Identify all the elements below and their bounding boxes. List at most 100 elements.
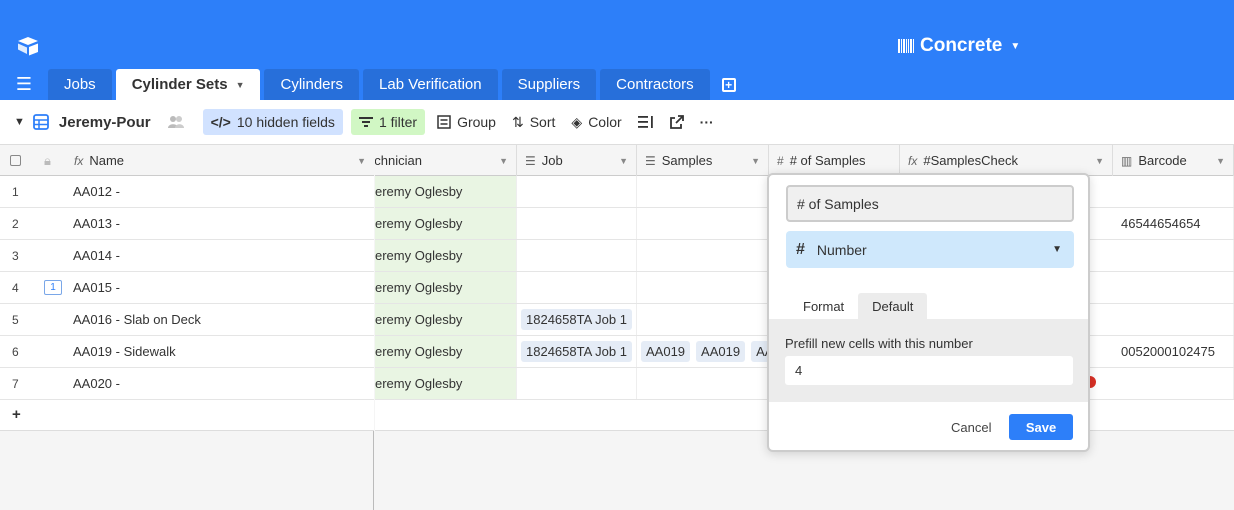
cancel-button[interactable]: Cancel — [951, 420, 991, 435]
job-cell[interactable] — [517, 240, 637, 271]
barcode-cell[interactable] — [1113, 304, 1234, 335]
chevron-down-icon[interactable]: ▼ — [751, 156, 760, 166]
tab-contractors[interactable]: Contractors — [600, 69, 710, 100]
technician-cell[interactable]: eremy Oglesby — [375, 272, 517, 303]
tab-jobs[interactable]: Jobs — [48, 69, 112, 100]
table-row[interactable]: 1 AA012 - — [0, 176, 374, 208]
chevron-down-icon[interactable]: ▼ — [619, 156, 628, 166]
table-row[interactable]: 5 AA016 - Slab on Deck — [0, 304, 374, 336]
job-cell[interactable] — [517, 208, 637, 239]
barcode-cell[interactable] — [1113, 176, 1234, 207]
table-row[interactable]: 7 AA020 - — [0, 368, 374, 400]
linked-record-chip[interactable]: 1824658TA Job 1 — [521, 309, 632, 330]
color-button[interactable]: ◈ Color — [563, 109, 629, 135]
row-height-button[interactable] — [630, 109, 662, 135]
linked-record-chip[interactable]: AA019 — [696, 341, 746, 362]
base-title[interactable]: Concrete ▼ — [898, 35, 1020, 57]
chevron-down-icon[interactable]: ▼ — [1095, 156, 1104, 166]
name-cell[interactable]: AA015 - — [73, 272, 120, 303]
grid-view-icon — [32, 114, 49, 130]
barcode-cell[interactable] — [1113, 240, 1234, 271]
column-header-barcode[interactable]: ▥ Barcode ▼ — [1113, 145, 1234, 176]
job-cell[interactable]: 1824658TA Job 1 — [517, 336, 637, 367]
table-row[interactable]: 3 AA014 - — [0, 240, 374, 272]
name-cell[interactable]: AA012 - — [73, 176, 120, 207]
view-switcher-toggle[interactable]: ▼ — [14, 109, 25, 135]
column-header-name[interactable]: fx Name ▼ — [66, 145, 374, 176]
technician-cell[interactable]: eremy Oglesby — [375, 208, 517, 239]
samples-cell[interactable] — [637, 176, 769, 207]
name-cell[interactable]: AA013 - — [73, 208, 120, 239]
samples-cell[interactable]: AA019 AA019 AA — [637, 336, 769, 367]
chevron-down-icon[interactable]: ▼ — [1216, 156, 1225, 166]
column-header-technician[interactable]: echnician ▼ — [375, 145, 517, 176]
barcode-cell[interactable]: 46544654654 — [1113, 208, 1234, 239]
field-name-input[interactable]: # of Samples — [786, 185, 1074, 222]
formula-icon: fx — [74, 153, 84, 168]
prefill-number-input[interactable]: 4 — [785, 356, 1073, 385]
samples-cell[interactable] — [637, 272, 769, 303]
row-height-icon — [637, 116, 653, 128]
chevron-down-icon: ▼ — [1052, 244, 1062, 255]
chevron-down-icon[interactable]: ▼ — [236, 80, 245, 90]
comment-count-badge[interactable]: 1 — [44, 280, 62, 295]
group-button[interactable]: Group — [429, 109, 504, 135]
samples-cell[interactable] — [637, 368, 769, 399]
column-header-num-samples[interactable]: # # of Samples — [769, 145, 900, 176]
job-cell[interactable] — [517, 176, 637, 207]
samples-cell[interactable] — [637, 208, 769, 239]
chevron-down-icon[interactable]: ▼ — [499, 156, 508, 166]
airtable-logo-icon[interactable] — [16, 36, 40, 56]
name-cell[interactable]: AA020 - — [73, 368, 120, 399]
job-cell[interactable]: 1824658TA Job 1 — [517, 304, 637, 335]
more-options-button[interactable]: ··· — [692, 109, 722, 135]
technician-cell[interactable]: eremy Oglesby — [375, 336, 517, 367]
table-row[interactable]: 2 AA013 - — [0, 208, 374, 240]
tab-suppliers[interactable]: Suppliers — [501, 69, 597, 100]
column-header-job[interactable]: ☰ Job ▼ — [517, 145, 637, 176]
hamburger-menu-icon[interactable]: ☰ — [0, 69, 48, 100]
filter-icon — [358, 117, 373, 127]
job-cell[interactable] — [517, 272, 637, 303]
hidden-fields-button[interactable]: </> 10 hidden fields — [202, 109, 343, 135]
technician-cell[interactable]: eremy Oglesby — [375, 368, 517, 399]
tab-cylinders[interactable]: Cylinders — [264, 69, 360, 100]
barcode-cell[interactable] — [1113, 272, 1234, 303]
column-label: Name — [89, 153, 125, 168]
field-name-value: # of Samples — [797, 195, 879, 212]
technician-cell[interactable]: eremy Oglesby — [375, 176, 517, 207]
barcode-cell[interactable] — [1113, 368, 1234, 399]
barcode-cell[interactable]: 0052000102475 — [1113, 336, 1234, 367]
column-header-samples[interactable]: ☰ Samples ▼ — [637, 145, 769, 176]
tab-format[interactable]: Format — [789, 293, 858, 319]
table-row[interactable]: 4 1 AA015 - — [0, 272, 374, 304]
barcode-value: 46544654654 — [1121, 216, 1201, 231]
name-cell[interactable]: AA014 - — [73, 240, 120, 271]
technician-cell[interactable]: eremy Oglesby — [375, 240, 517, 271]
name-cell[interactable]: AA019 - Sidewalk — [73, 336, 176, 367]
add-row-button[interactable]: + — [0, 400, 374, 431]
samples-cell[interactable] — [637, 304, 769, 335]
table-row[interactable]: 6 AA019 - Sidewalk — [0, 336, 374, 368]
save-button[interactable]: Save — [1009, 414, 1073, 440]
add-table-button[interactable]: + — [714, 69, 744, 100]
name-cell[interactable]: AA016 - Slab on Deck — [73, 304, 201, 335]
chevron-down-icon[interactable]: ▼ — [357, 156, 366, 166]
linked-record-chip[interactable]: AA019 — [641, 341, 691, 362]
column-header-samples-check[interactable]: fx #SamplesCheck ▼ — [900, 145, 1113, 176]
filter-button[interactable]: 1 filter — [350, 109, 426, 135]
select-all-checkbox[interactable] — [0, 145, 36, 176]
job-cell[interactable] — [517, 368, 637, 399]
paint-bucket-icon: ◈ — [571, 113, 583, 130]
samples-cell[interactable] — [637, 240, 769, 271]
view-selector[interactable]: Jeremy-Pour — [25, 109, 193, 135]
linked-record-chip[interactable]: 1824658TA Job 1 — [521, 341, 632, 362]
sort-button[interactable]: ⇅ Sort — [504, 109, 563, 135]
tab-label: Contractors — [616, 76, 694, 93]
technician-cell[interactable]: eremy Oglesby — [375, 304, 517, 335]
field-type-select[interactable]: # Number ▼ — [786, 231, 1074, 268]
tab-default[interactable]: Default — [858, 293, 928, 319]
tab-lab-verification[interactable]: Lab Verification — [363, 69, 498, 100]
tab-cylinder-sets[interactable]: Cylinder Sets ▼ — [115, 69, 261, 100]
share-view-button[interactable] — [662, 109, 692, 135]
